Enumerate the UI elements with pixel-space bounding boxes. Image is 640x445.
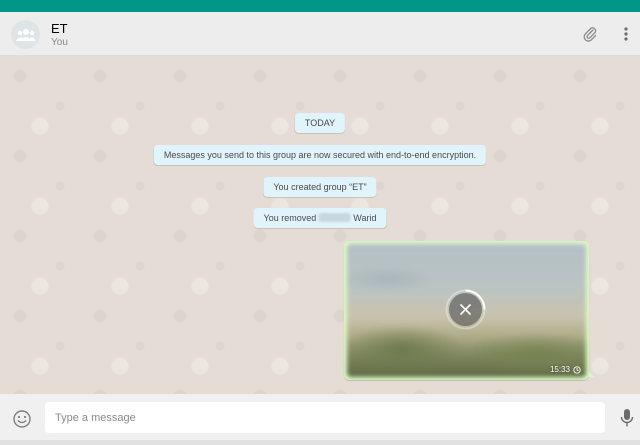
removed-prefix: You removed [263, 213, 317, 223]
message-time: 15:33 [549, 365, 570, 374]
outgoing-image-message[interactable]: 15:33 [344, 241, 594, 380]
system-message-created: You created group “ET” [263, 177, 377, 197]
system-message-encryption: Messages you send to this group are now … [153, 145, 487, 165]
message-input[interactable] [45, 402, 605, 433]
microphone-icon[interactable] [620, 408, 634, 428]
group-avatar-icon[interactable] [11, 20, 40, 49]
removed-suffix: Warid [353, 213, 377, 223]
smiley-icon[interactable] [12, 409, 32, 429]
date-divider: TODAY [294, 113, 346, 133]
clock-pending-icon [573, 365, 581, 374]
chat-subtitle: You [51, 37, 68, 48]
chat-header[interactable]: ET You [0, 12, 640, 56]
redacted-name [318, 213, 351, 222]
app-top-bar [0, 0, 640, 12]
message-meta: 15:33 [550, 365, 581, 374]
message-list[interactable]: TODAY Messages you send to this group ar… [0, 56, 640, 394]
bubble-tail [586, 369, 594, 377]
cancel-download-icon[interactable] [449, 293, 482, 326]
system-message-removed: You removed Warid [253, 208, 387, 228]
composer-bar [0, 394, 640, 440]
more-vertical-icon[interactable] [617, 25, 635, 43]
window-bottom-edge [0, 440, 640, 445]
chat-title: ET [51, 21, 68, 36]
paperclip-icon[interactable] [581, 25, 599, 43]
